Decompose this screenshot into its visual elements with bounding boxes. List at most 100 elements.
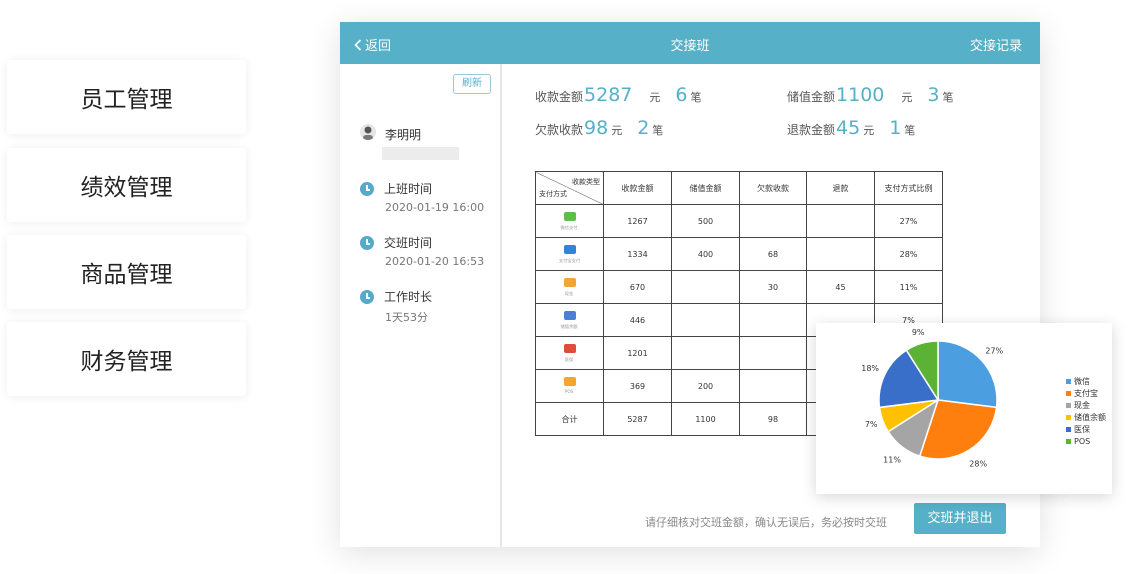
total-cell: 5287: [603, 402, 672, 436]
table-cell: 200: [671, 369, 740, 403]
start-time-value: 2020-01-19 16:00: [385, 201, 485, 214]
payment-method-icon: [563, 343, 576, 353]
table-cell: 11%: [874, 270, 943, 304]
arrears-stat: 欠款收款98 元 2 笔: [535, 117, 663, 139]
shift-info-panel: 刷新 李明明 上班时间 2020-01-19 16:00 交班时间 2020-0…: [340, 64, 502, 547]
pie-slice-label: 9%: [912, 328, 925, 337]
column-header: 收款金额: [603, 171, 672, 205]
table-cell: [671, 303, 740, 337]
legend-item: 现金: [1066, 399, 1106, 411]
payment-method-label: POS: [565, 389, 574, 395]
total-label: 合计: [535, 402, 604, 436]
handover-records-link[interactable]: 交接记录: [970, 35, 1022, 54]
payment-method-icon: [563, 211, 576, 221]
table-cell: [739, 204, 807, 238]
arrears-amount: 98: [584, 117, 609, 139]
payment-method-label: 储值余额: [560, 323, 578, 329]
payment-method-icon: [563, 277, 576, 287]
payment-method-cell: 支付宝支付: [535, 237, 604, 271]
table-cell: 45: [806, 270, 875, 304]
refund-unit: 元: [863, 124, 875, 137]
payment-pie-chart: 27% 28% 11% 7% 18% 9% 微信 支付宝 现金 储值余额 医保 POS: [816, 323, 1112, 494]
collect-label: 收款金额: [535, 90, 584, 104]
chevron-left-icon: [354, 38, 362, 51]
pie-chart-svg: 27% 28% 11% 7% 18% 9%: [861, 328, 1003, 469]
handover-time-label: 交班时间: [384, 236, 433, 250]
refresh-button[interactable]: 刷新: [453, 74, 491, 94]
payment-method-cell: 储值余额: [535, 303, 604, 337]
start-time-label: 上班时间: [384, 182, 433, 196]
stored-label: 储值金额: [787, 90, 836, 104]
refund-count: 1: [889, 117, 902, 139]
chart-legend: 微信支付宝现金储值余额 医保 POS: [1066, 375, 1106, 447]
stored-unit: 元: [901, 91, 913, 104]
menu-item-products[interactable]: 商品管理: [7, 235, 246, 309]
collect-count: 6: [675, 84, 688, 106]
legend-swatch: [1066, 390, 1071, 396]
legend-label: 现金: [1074, 400, 1090, 410]
payment-method-label: 医保: [565, 356, 574, 362]
handover-note: 请仔细核对交班金额，确认无误后，务必按时交班: [645, 516, 887, 529]
table-cell: [806, 237, 875, 271]
duration-label: 工作时长: [384, 290, 433, 304]
top-bar: 返回 交接班 交接记录: [340, 22, 1040, 64]
collect-amount: 5287: [584, 84, 633, 106]
payment-method-label: 微信支付: [560, 224, 578, 230]
legend-swatch: [1066, 438, 1071, 444]
legend-label: 支付宝: [1074, 388, 1098, 398]
table-cell: 500: [671, 204, 740, 238]
refund-amount: 45: [836, 117, 861, 139]
handover-exit-button[interactable]: 交班并退出: [914, 503, 1006, 534]
stored-count-unit: 笔: [942, 91, 954, 104]
legend-label: 微信: [1074, 376, 1090, 386]
legend-swatch: [1066, 426, 1071, 432]
payment-method-cell: POS: [535, 369, 604, 403]
legend-item: 医保: [1066, 423, 1106, 435]
menu-item-finance[interactable]: 财务管理: [7, 322, 246, 396]
table-row: 现金 670 30 45 11%: [535, 270, 943, 304]
pie-slice-label: 27%: [985, 346, 1003, 355]
column-header: 支付方式比例: [874, 171, 943, 205]
total-cell: 1100: [671, 402, 740, 436]
refund-label: 退款金额: [787, 123, 836, 137]
back-label: 返回: [365, 39, 392, 54]
table-cell: 1267: [603, 204, 672, 238]
payment-method: 储值余额: [536, 310, 603, 330]
table-cell: 446: [603, 303, 672, 337]
table-corner: 收款类型 支付方式: [535, 171, 604, 205]
menu-item-employee[interactable]: 员工管理: [7, 60, 246, 134]
arrears-unit: 元: [611, 124, 623, 137]
pie-slice-label: 18%: [861, 364, 879, 373]
payment-method-cell: 现金: [535, 270, 604, 304]
payment-method-cell: 微信支付: [535, 204, 604, 238]
payment-method-icon: [563, 244, 576, 254]
handover-time-value: 2020-01-20 16:53: [385, 255, 485, 268]
collect-count-unit: 笔: [690, 91, 702, 104]
table-cell: 1201: [603, 336, 672, 370]
column-header: 退款: [806, 171, 875, 205]
column-header: 欠款收款: [739, 171, 807, 205]
table-cell: [671, 270, 740, 304]
arrears-count: 2: [637, 117, 650, 139]
payment-method: 微信支付: [536, 211, 603, 231]
stored-count: 3: [927, 84, 940, 106]
payment-method-icon: [563, 310, 576, 320]
table-cell: 369: [603, 369, 672, 403]
payment-method: POS: [536, 377, 603, 395]
clock-icon: [360, 182, 374, 196]
pie-slice-label: 11%: [883, 455, 901, 464]
table-cell: [739, 336, 807, 370]
legend-item: 储值余额: [1066, 411, 1106, 423]
payment-method-label: 现金: [565, 290, 574, 296]
table-cell: [739, 369, 807, 403]
back-button[interactable]: 返回: [354, 35, 391, 54]
menu-item-performance[interactable]: 绩效管理: [7, 148, 246, 222]
collect-stat: 收款金额5287 元 6 笔: [535, 84, 701, 106]
payment-method: 支付宝支付: [536, 244, 603, 264]
page-title: 交接班: [670, 39, 710, 54]
legend-label: 储值余额: [1074, 412, 1106, 422]
stored-amount: 1100: [836, 84, 885, 106]
payment-method: 医保: [536, 343, 603, 363]
corner-bottom-label: 支付方式: [539, 190, 567, 198]
legend-item: POS: [1066, 435, 1106, 447]
